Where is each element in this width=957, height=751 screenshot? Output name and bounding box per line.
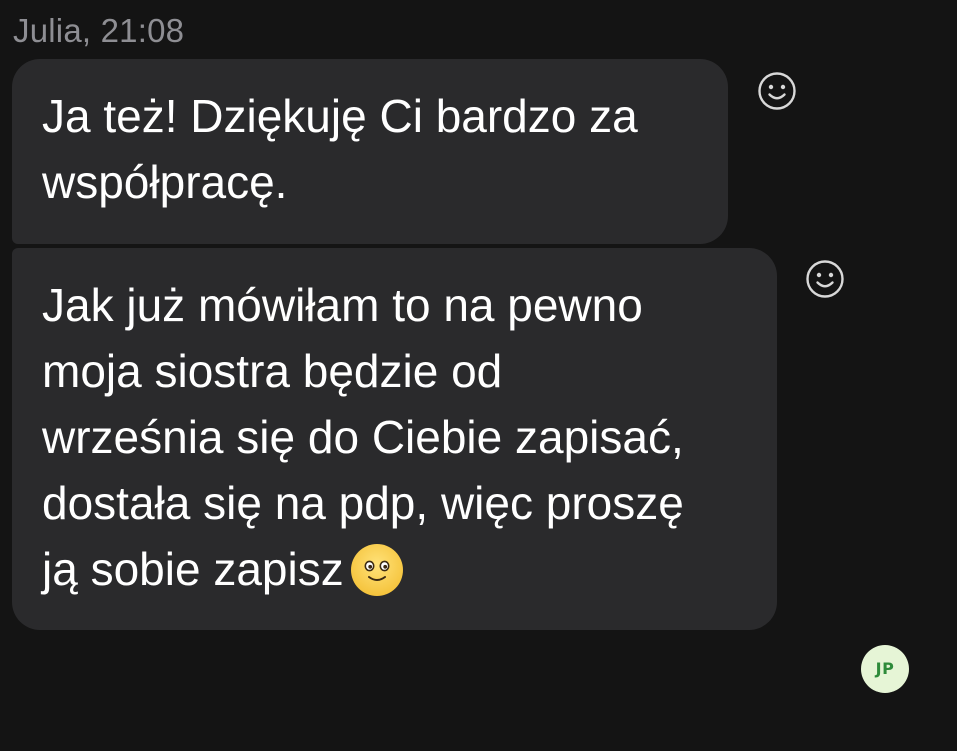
sender-timestamp: Julia, 21:08 (13, 12, 185, 49)
slightly-smiling-face-emoji (350, 543, 404, 597)
read-receipt-avatar[interactable]: JP (861, 645, 909, 693)
message-bubble[interactable]: Ja też! Dziękuję Ci bardzo za współpracę… (12, 59, 728, 244)
message-bubble[interactable]: Jak już mówiłam to na pewno moja siostra… (12, 248, 777, 630)
add-reaction-smiley-icon[interactable] (757, 71, 797, 111)
message-text: Jak już mówiłam to na pewno moja siostra… (42, 279, 684, 597)
add-reaction-smiley-icon[interactable] (805, 259, 845, 299)
message-text: Ja też! Dziękuję Ci bardzo za współpracę… (42, 90, 638, 208)
